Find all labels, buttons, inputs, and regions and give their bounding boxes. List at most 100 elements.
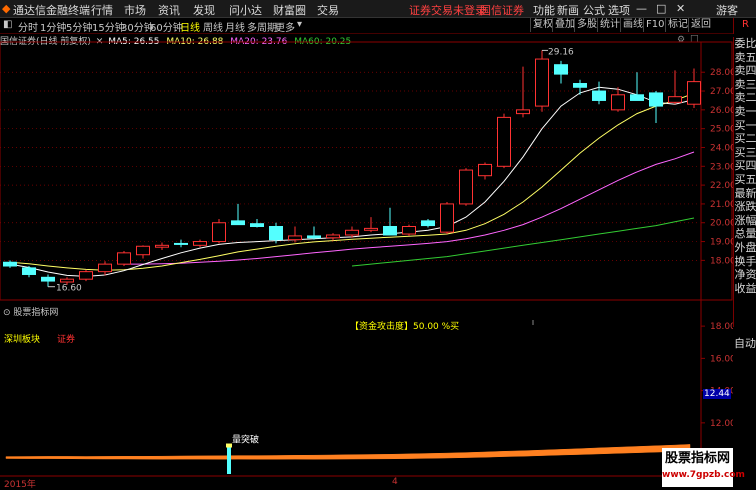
candle-body [41,276,55,282]
candle-body [193,241,207,246]
side-item[interactable]: 最新 [734,187,756,201]
x-axis-month: 4 [392,477,398,487]
price-tick-label: 26.00 [710,106,733,116]
side-item[interactable]: 外盘 [734,241,756,255]
price-axis: 18.00 19.00 20.00 21.00 22.00 23.00 24.00 25.00… [701,68,733,266]
side-item[interactable]: 买四 [734,159,756,173]
indicator-title[interactable]: ⊙ 股票指标网 [3,305,58,318]
volume-break-label: 量突破 [232,434,259,446]
side-item[interactable]: 卖四 [734,64,756,78]
side-item[interactable]: 买五 [734,173,756,187]
min-price-label: 16.60 [56,284,82,294]
side-item[interactable]: 买二 [734,132,756,146]
side-item[interactable]: 买一 [734,119,756,133]
candle-body [3,261,17,267]
price-tick-label: 28.00 [710,68,733,78]
candle-body [421,220,435,227]
max-price-label: 29.16 [548,47,574,57]
ma20-line [124,151,695,265]
candle-body [573,83,587,88]
indicator-icon: ⊙ [3,308,11,318]
candle-body [231,220,245,226]
candle-body [174,242,188,245]
side-item[interactable]: 卖一 [734,105,756,119]
candle-body [440,203,454,233]
x-axis-year: 2015年 [4,480,36,490]
side-item[interactable]: 换手 [734,255,756,269]
candle-body [212,222,226,243]
price-tick-label: 27.00 [710,87,733,97]
candle-body [592,90,606,101]
candle-body [630,94,644,101]
candle-body [98,263,112,273]
side-item[interactable]: 卖三 [734,78,756,92]
ma5-line [9,86,695,277]
candle-body [554,64,568,75]
ma10-line [9,92,695,271]
moving-average-lines [9,86,695,277]
watermark: 股票指标网 www.7gpzb.com [662,448,745,487]
price-tick-label: 22.00 [710,181,733,191]
candle-body [364,227,378,231]
indicator-tick-label: 16.00 [710,354,733,364]
side-quote-panel: 委比 卖五 卖四 卖三 卖二 卖一 买一 买二 买三 买四 买五 最新 涨跌 涨幅 总量 外盘 换手 净资 收益 [733,37,756,327]
candle-body [668,96,682,103]
candle-body [22,267,36,275]
side-item[interactable]: 买三 [734,146,756,160]
ma60-line [351,217,695,267]
watermark-title: 股票指标网 [664,451,730,466]
candle-body [79,271,93,280]
candle-body [478,163,492,177]
side-panel-header: R [733,18,756,34]
indicator-tick-label: 18.00 [710,322,733,332]
candle-body [269,226,283,241]
side-item[interactable]: 卖五 [734,51,756,65]
side-item[interactable]: 涨幅 [734,214,756,228]
candle-body [402,226,416,235]
volume-break-bar [227,445,231,474]
candle-body [345,229,359,236]
indicator-name: 股票指标网 [13,308,59,318]
candle-body [535,58,549,107]
side-item[interactable]: 委比 [734,37,756,51]
capital-flow-band [5,444,691,460]
candle-body [117,252,131,265]
price-tick-label: 21.00 [710,200,733,210]
price-tick-label: 20.00 [710,219,733,229]
candlesticks[interactable] [3,49,701,288]
candle-body [649,92,663,107]
watermark-url: www.7gpzb.com [662,470,745,480]
stock-tag-label: 证券 [57,335,76,345]
candle-body [250,223,264,228]
side-item[interactable]: 涨跌 [734,200,756,214]
candle-body [155,244,169,248]
candle-body [687,81,701,105]
side-item[interactable]: 净资 [734,268,756,282]
price-tick-label: 25.00 [710,125,733,135]
candle-body [516,109,530,115]
price-tick-label: 19.00 [710,238,733,248]
candle-body [459,169,473,205]
candle-body [288,235,302,241]
side-auto-label[interactable]: 自动 [734,335,756,351]
kline-chart: 18.00 19.00 20.00 21.00 22.00 23.00 24.00 25.00… [0,41,733,477]
indicator-tick-label: 12.00 [710,419,733,429]
price-tick-label: 18.00 [710,256,733,266]
side-item[interactable]: 收益 [734,282,756,296]
candle-body [136,245,150,256]
candle-body [60,278,74,283]
price-panel-frame [0,41,733,301]
side-item[interactable]: 总量 [734,227,756,241]
side-r-label[interactable]: R [734,18,756,32]
candle-body [326,234,340,239]
candle-body [497,116,511,167]
candle-body [307,235,321,239]
sector-label: 深圳板块 [4,335,41,345]
indicator-panel [5,320,691,474]
current-indicator-value: 12.44 [703,389,731,399]
price-tick-label: 24.00 [710,143,733,153]
candle-body [383,226,397,236]
side-item[interactable]: 卖二 [734,91,756,105]
attack-ratio-label: 【资金攻击度】50.00 %买 [350,322,460,332]
candle-body [611,94,625,111]
